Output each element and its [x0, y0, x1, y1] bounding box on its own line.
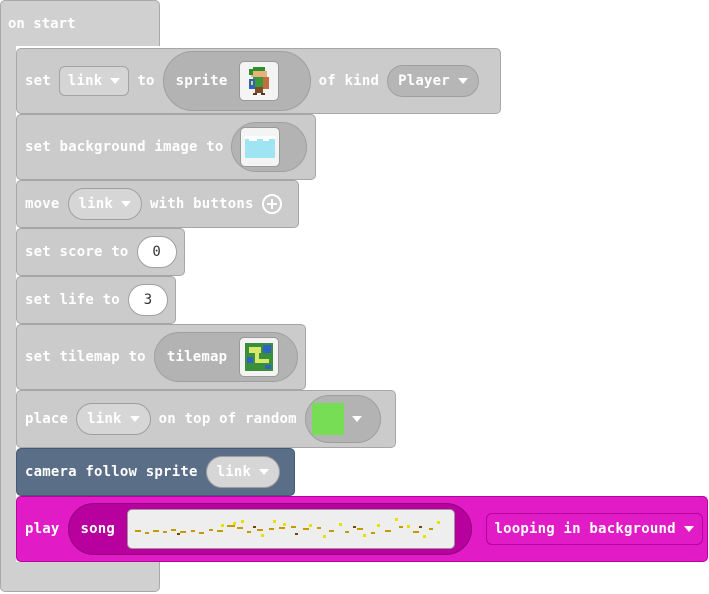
- sprite-keyword: sprite: [175, 73, 228, 89]
- camera-follow-label: camera follow sprite: [25, 464, 198, 480]
- move-with-buttons-block[interactable]: move link with buttons: [16, 180, 299, 228]
- playback-mode-dropdown[interactable]: looping in background: [485, 513, 703, 545]
- tilemap-image-icon[interactable]: [239, 337, 280, 377]
- sky-image-icon[interactable]: [240, 127, 281, 167]
- set-tilemap-block[interactable]: set tilemap to tilemap: [16, 324, 306, 390]
- variable-dropdown-link[interactable]: link: [58, 66, 130, 96]
- move-keyword: move: [25, 196, 60, 212]
- set-background-block[interactable]: set background image to: [16, 114, 316, 180]
- chevron-down-icon: [110, 78, 121, 84]
- on-top-of-random-keyword: on top of random: [158, 411, 297, 427]
- set-score-block[interactable]: set score to 0: [16, 228, 185, 276]
- chevron-down-icon: [129, 416, 140, 422]
- set-score-label: set score to: [25, 244, 129, 260]
- tile-swatch: [311, 403, 344, 435]
- tile-picker[interactable]: [304, 395, 381, 443]
- variable-dropdown-link[interactable]: link: [205, 456, 281, 488]
- chevron-down-icon: [457, 78, 468, 84]
- link-character-icon[interactable]: [239, 61, 280, 101]
- song-block[interactable]: song: [67, 503, 472, 555]
- to-keyword: to: [137, 73, 155, 89]
- chevron-down-icon: [683, 526, 694, 532]
- with-buttons-keyword: with buttons: [150, 196, 254, 212]
- score-value-input[interactable]: 0: [136, 236, 177, 268]
- place-keyword: place: [25, 411, 69, 427]
- chevron-down-icon: [351, 416, 362, 422]
- song-preview-icon[interactable]: [127, 509, 456, 549]
- tilemap-block[interactable]: tilemap: [153, 332, 298, 382]
- set-life-label: set life to: [25, 292, 120, 308]
- kind-dropdown[interactable]: Player: [387, 65, 479, 97]
- chevron-down-icon: [121, 201, 132, 207]
- expand-plus-icon[interactable]: [261, 194, 282, 214]
- song-keyword: song: [80, 521, 116, 537]
- play-song-block[interactable]: play song looping in background: [16, 496, 708, 562]
- set-background-label: set background image to: [25, 139, 224, 155]
- set-tilemap-label: set tilemap to: [25, 349, 146, 365]
- on-start-label: on start: [8, 16, 76, 32]
- on-start-body-bar: [0, 44, 16, 564]
- set-life-block[interactable]: set life to 3: [16, 276, 176, 324]
- place-on-random-block[interactable]: place link on top of random: [16, 390, 396, 448]
- of-kind-keyword: of kind: [318, 73, 380, 89]
- life-value-input[interactable]: 3: [127, 284, 168, 316]
- variable-dropdown-link[interactable]: link: [76, 403, 151, 435]
- sprite-create-block[interactable]: sprite: [162, 51, 311, 111]
- variable-dropdown-link[interactable]: link: [67, 188, 143, 220]
- play-keyword: play: [25, 521, 60, 537]
- on-start-footer: [0, 562, 160, 592]
- camera-follow-block[interactable]: camera follow sprite link: [16, 448, 295, 496]
- tilemap-keyword: tilemap: [166, 349, 228, 365]
- background-image-picker[interactable]: [231, 122, 308, 172]
- set-sprite-block[interactable]: set link to sprite of kind Player: [16, 48, 501, 114]
- set-keyword: set: [25, 73, 51, 89]
- chevron-down-icon: [259, 469, 270, 475]
